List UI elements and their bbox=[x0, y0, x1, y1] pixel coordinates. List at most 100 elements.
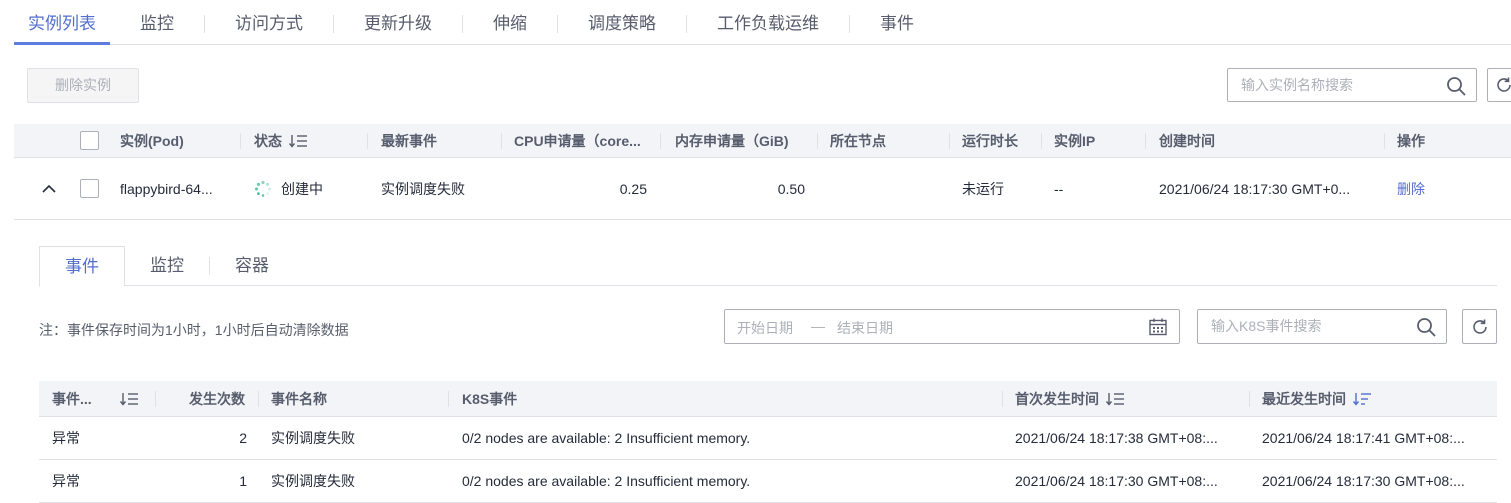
chevron-up-icon bbox=[42, 184, 56, 193]
status-cell: 创建中 bbox=[254, 158, 364, 219]
row-checkbox[interactable] bbox=[80, 179, 99, 198]
end-date-placeholder: 结束日期 bbox=[837, 320, 893, 336]
col-header-last-time-label: 最近发生时间 bbox=[1262, 390, 1346, 407]
event-count: 2 bbox=[239, 430, 247, 446]
top-tab-bar: 实例列表 监控 访问方式 更新升级 伸缩 调度策略 工作负载运维 事件 bbox=[14, 0, 1511, 45]
tab-instance-list[interactable]: 实例列表 bbox=[14, 0, 110, 45]
table-row: 异常 2 实例调度失败 0/2 nodes are available: 2 I… bbox=[39, 417, 1497, 460]
col-header-node: 所在节点 bbox=[830, 132, 886, 149]
event-search-box bbox=[1197, 309, 1447, 344]
event-search-input[interactable] bbox=[1198, 310, 1397, 342]
tab-upgrade[interactable]: 更新升级 bbox=[334, 0, 462, 44]
tab-monitoring[interactable]: 监控 bbox=[110, 0, 204, 44]
col-divider bbox=[240, 133, 241, 149]
date-range-picker[interactable]: 开始日期 — 结束日期 bbox=[724, 309, 1180, 344]
instance-search-box bbox=[1227, 68, 1477, 102]
instance-table-header: 实例(Pod) 状态 最新事件 CPU申请量（core... 内存申请量（GiB… bbox=[14, 124, 1511, 158]
pod-name[interactable]: flappybird-64... bbox=[120, 158, 235, 219]
col-divider bbox=[155, 391, 156, 407]
k8s-event: 0/2 nodes are available: 2 Insufficient … bbox=[462, 473, 751, 489]
col-header-last-time: 最近发生时间 bbox=[1262, 381, 1462, 416]
col-divider bbox=[949, 133, 950, 149]
col-divider bbox=[258, 391, 259, 407]
k8s-event: 0/2 nodes are available: 2 Insufficient … bbox=[462, 430, 751, 446]
event-refresh-button[interactable] bbox=[1462, 309, 1497, 344]
instance-search-input[interactable] bbox=[1228, 69, 1427, 101]
col-header-latest-event: 最新事件 bbox=[381, 132, 437, 149]
tab-events[interactable]: 事件 bbox=[850, 0, 944, 44]
col-header-status: 状态 bbox=[254, 124, 354, 157]
col-divider bbox=[448, 391, 449, 407]
col-divider bbox=[1041, 133, 1042, 149]
tab-detail-events[interactable]: 事件 bbox=[39, 246, 125, 287]
last-occurrence: 2021/06/24 18:17:30 GMT+08:... bbox=[1262, 473, 1465, 489]
col-divider bbox=[1384, 133, 1385, 149]
first-occurrence: 2021/06/24 18:17:38 GMT+08:... bbox=[1015, 430, 1218, 446]
memory-request: 0.50 bbox=[777, 180, 805, 197]
tab-workload-ops[interactable]: 工作负载运维 bbox=[687, 0, 849, 44]
first-occurrence: 2021/06/24 18:17:30 GMT+08:... bbox=[1015, 473, 1218, 489]
col-header-first-time-label: 首次发生时间 bbox=[1015, 390, 1099, 407]
col-divider bbox=[1249, 391, 1250, 407]
tab-detail-containers[interactable]: 容器 bbox=[210, 246, 294, 286]
delete-link[interactable]: 删除 bbox=[1397, 158, 1457, 219]
search-icon[interactable] bbox=[1416, 317, 1436, 337]
event-count: 1 bbox=[239, 473, 247, 489]
event-name: 实例调度失败 bbox=[271, 430, 355, 446]
tab-scaling[interactable]: 伸缩 bbox=[463, 0, 557, 44]
col-header-ip: 实例IP bbox=[1054, 132, 1096, 149]
latest-event: 实例调度失败 bbox=[381, 180, 465, 197]
tab-detail-monitoring[interactable]: 监控 bbox=[125, 246, 209, 286]
col-header-created: 创建时间 bbox=[1159, 132, 1215, 149]
col-header-k8s-event: K8S事件 bbox=[462, 390, 518, 407]
select-all-checkbox[interactable] bbox=[80, 131, 99, 150]
select-all-checkbox-cell bbox=[80, 124, 99, 157]
last-occurrence: 2021/06/24 18:17:41 GMT+08:... bbox=[1262, 430, 1465, 446]
col-header-event-name: 事件名称 bbox=[271, 390, 327, 407]
search-icon[interactable] bbox=[1446, 76, 1466, 96]
col-divider bbox=[1145, 133, 1146, 149]
col-divider bbox=[817, 133, 818, 149]
sort-descending-icon[interactable] bbox=[1352, 391, 1374, 407]
row-checkbox-cell bbox=[80, 158, 99, 219]
retention-note: 注：事件保存时间为1小时，1小时后自动清除数据 bbox=[39, 322, 349, 338]
event-type: 异常 bbox=[52, 430, 80, 446]
col-header-event-type: 事件... bbox=[52, 390, 92, 407]
created-time: 2021/06/24 18:17:30 GMT+0... bbox=[1159, 180, 1351, 197]
sort-icon[interactable] bbox=[1105, 391, 1127, 407]
col-divider bbox=[660, 133, 661, 149]
delete-instance-button[interactable]: 删除实例 bbox=[27, 68, 139, 103]
refresh-icon bbox=[1472, 319, 1487, 334]
col-divider bbox=[501, 133, 502, 149]
instance-ip: -- bbox=[1054, 180, 1064, 197]
col-divider bbox=[367, 133, 368, 149]
col-header-status-label: 状态 bbox=[254, 132, 282, 149]
expand-toggle[interactable] bbox=[40, 158, 58, 219]
runtime: 未运行 bbox=[962, 180, 1004, 197]
loading-spinner-icon bbox=[255, 180, 271, 197]
node-name bbox=[830, 158, 940, 219]
refresh-button[interactable] bbox=[1487, 68, 1511, 102]
start-date-placeholder: 开始日期 bbox=[737, 320, 793, 336]
col-divider bbox=[1002, 391, 1003, 407]
table-row: flappybird-64... 创建中 实例调度失败 0.25 0.50 未运… bbox=[14, 158, 1511, 220]
date-range-separator: — bbox=[811, 318, 825, 334]
col-header-first-time: 首次发生时间 bbox=[1015, 381, 1215, 416]
col-header-runtime: 运行时长 bbox=[962, 132, 1018, 149]
refresh-icon bbox=[1497, 77, 1511, 92]
col-header-action: 操作 bbox=[1397, 132, 1425, 149]
tab-scheduling-policy[interactable]: 调度策略 bbox=[558, 0, 686, 44]
col-header-count: 发生次数 bbox=[189, 390, 245, 407]
calendar-icon bbox=[1149, 318, 1167, 336]
col-header-cpu: CPU申请量（core... bbox=[514, 132, 641, 149]
detail-tab-bar: 事件 监控 容器 bbox=[39, 246, 1497, 287]
filter-icon[interactable] bbox=[119, 391, 141, 407]
event-name: 实例调度失败 bbox=[271, 473, 355, 489]
col-header-memory: 内存申请量（GiB) bbox=[675, 132, 789, 149]
tab-access-mode[interactable]: 访问方式 bbox=[205, 0, 333, 44]
event-type: 异常 bbox=[52, 473, 80, 489]
status-label: 创建中 bbox=[281, 180, 323, 197]
table-row: 异常 1 实例调度失败 0/2 nodes are available: 2 I… bbox=[39, 460, 1497, 503]
sort-icon[interactable] bbox=[288, 133, 310, 149]
cpu-request: 0.25 bbox=[619, 180, 647, 197]
